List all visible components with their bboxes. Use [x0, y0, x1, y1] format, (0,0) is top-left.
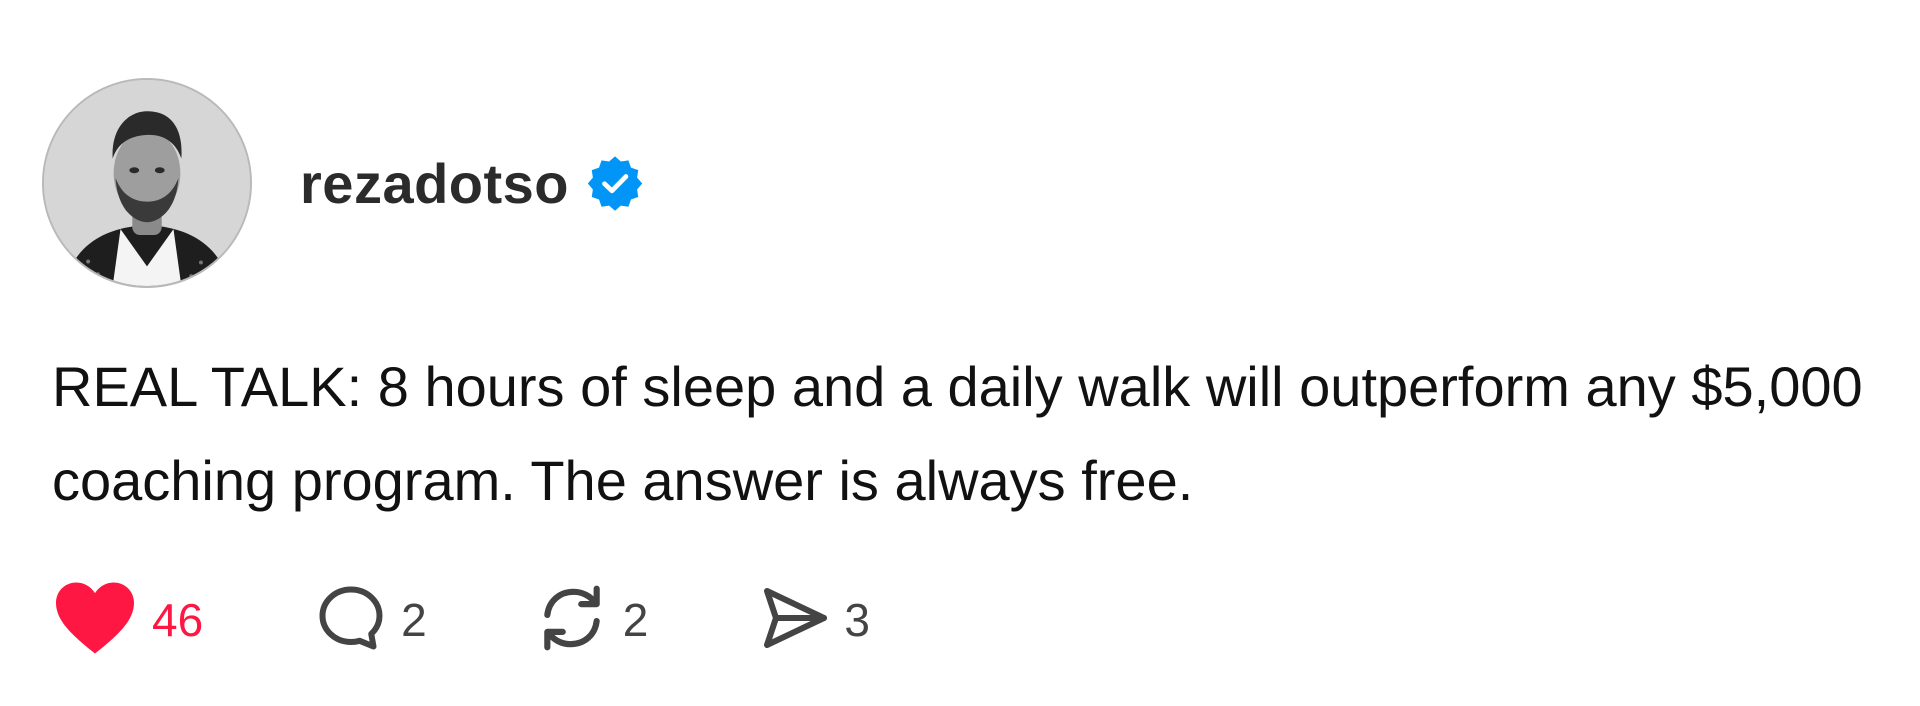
avatar[interactable] [42, 78, 252, 288]
like-button[interactable]: 46 [52, 579, 203, 662]
action-bar: 46 2 2 3 [52, 580, 870, 660]
repost-count: 2 [622, 594, 649, 646]
repost-icon [535, 581, 609, 660]
comment-button[interactable]: 2 [315, 582, 427, 659]
comment-count: 2 [401, 594, 427, 646]
like-count: 46 [152, 594, 204, 646]
send-icon [758, 582, 830, 659]
share-button[interactable]: 3 [758, 582, 870, 659]
name-row: rezadotso [300, 151, 643, 216]
verified-badge-icon [587, 155, 643, 211]
avatar-photo [44, 80, 250, 286]
heart-icon [52, 579, 138, 662]
comment-icon [315, 582, 387, 659]
repost-button[interactable]: 2 [535, 581, 649, 660]
share-count: 3 [844, 594, 870, 646]
post-text: REAL TALK: 8 hours of sleep and a daily … [52, 355, 1863, 512]
post-card: rezadotso REAL TALK: 8 hours of sleep an… [0, 0, 1920, 706]
username[interactable]: rezadotso [300, 151, 569, 216]
post-header: rezadotso [42, 78, 643, 288]
